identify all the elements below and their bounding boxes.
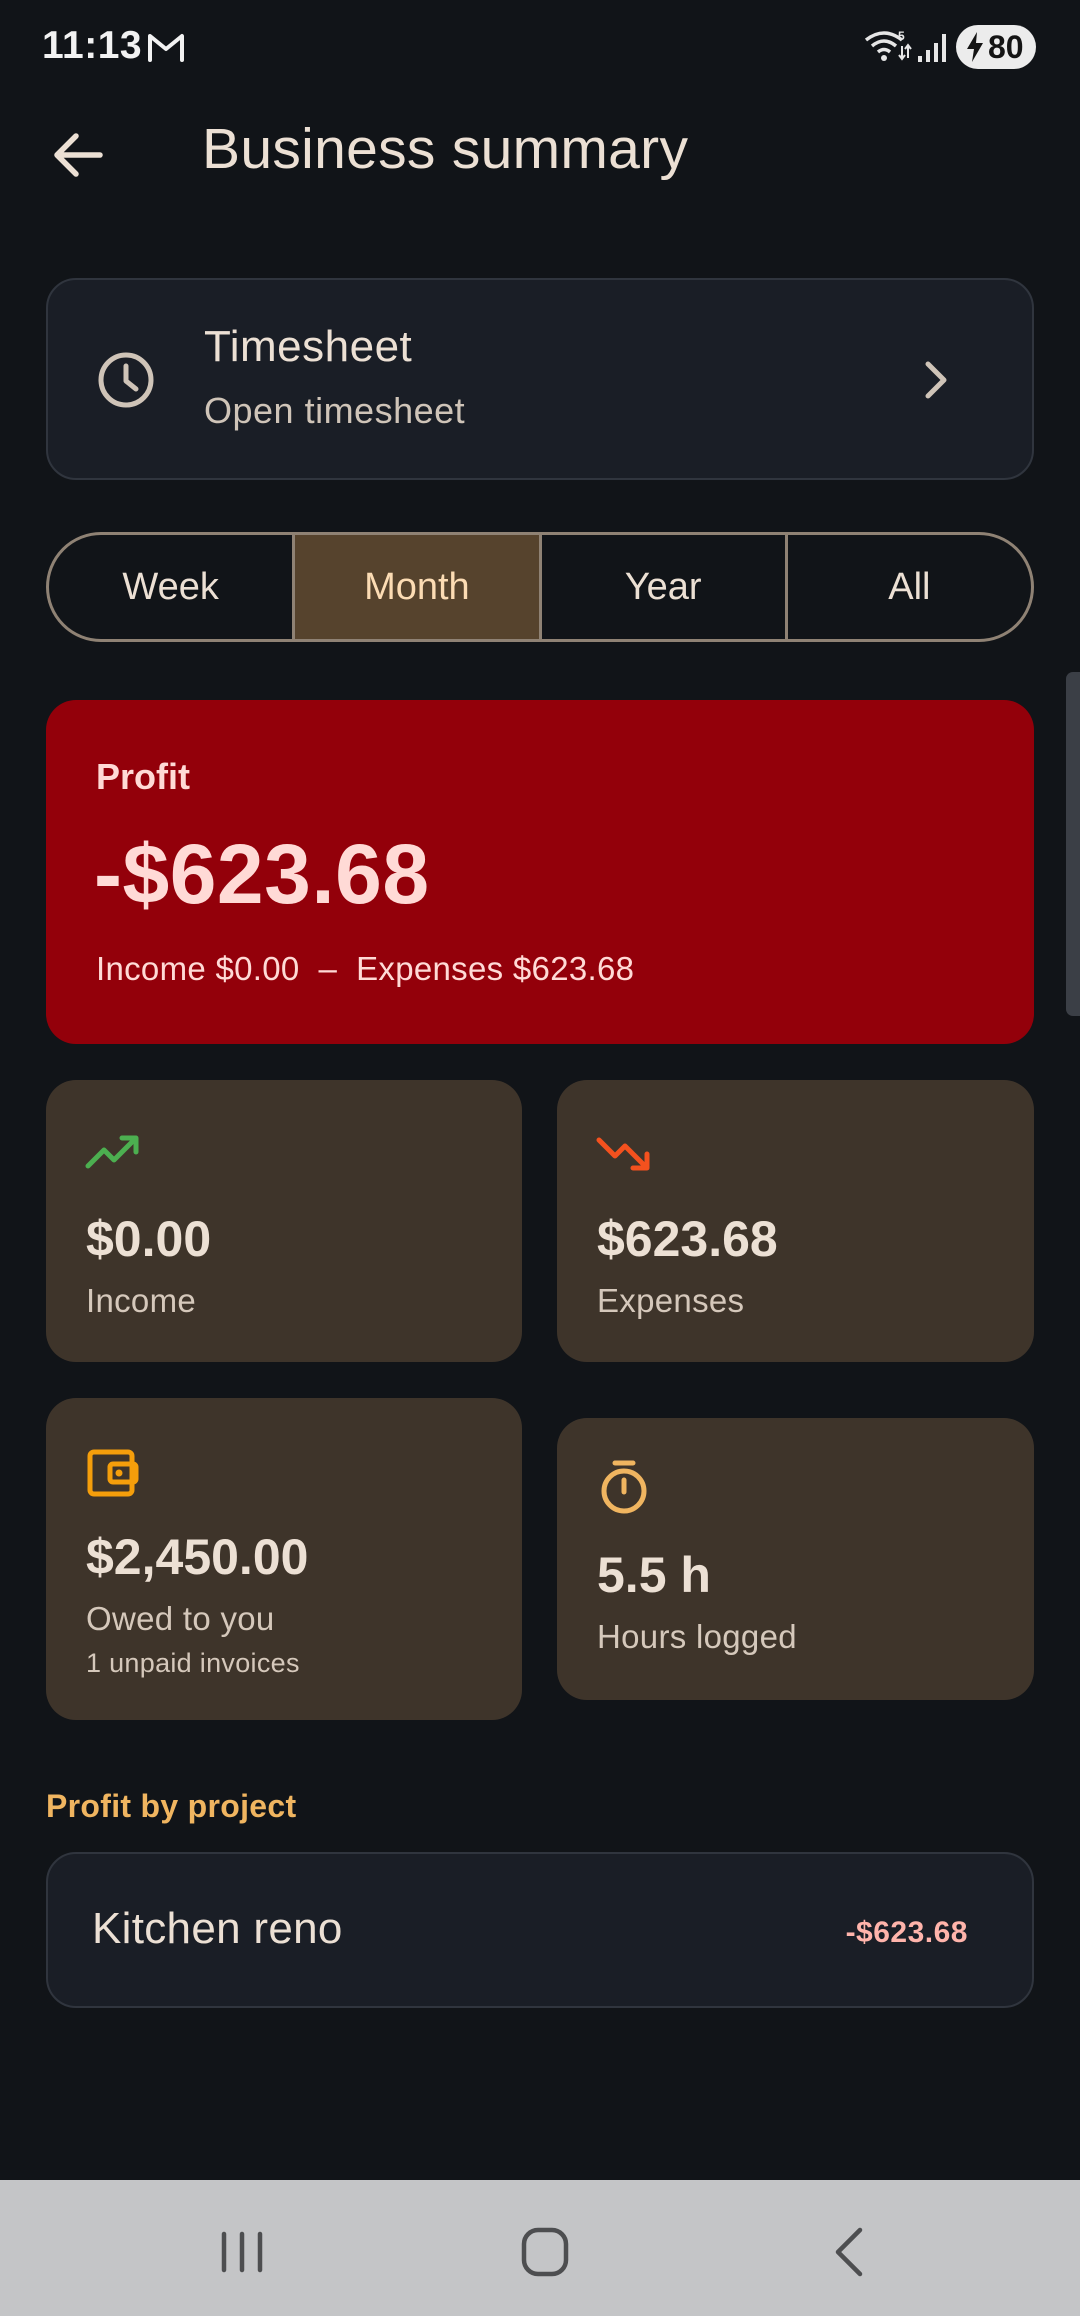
income-card: $0.00 Income xyxy=(46,1080,522,1362)
status-time: 11:13 xyxy=(42,24,143,67)
business-summary-screen: 11:13 5 80 Business summary Timesheet Op… xyxy=(0,0,1080,2316)
wifi-icon: 5 xyxy=(864,29,912,61)
profit-card: Profit -$623.68 Income $0.00 – Expenses … xyxy=(46,700,1034,1044)
unpaid-invoices-count: 1 unpaid invoices xyxy=(86,1648,300,1678)
clock-icon xyxy=(98,352,154,408)
system-nav-bar xyxy=(0,2180,1080,2316)
tab-all[interactable]: All xyxy=(788,535,1031,639)
timesheet-subtitle: Open timesheet xyxy=(204,390,466,431)
timesheet-card[interactable]: Timesheet Open timesheet xyxy=(46,278,1034,480)
bolt-icon xyxy=(967,32,983,62)
gmail-icon xyxy=(148,34,184,62)
trending-up-icon xyxy=(85,1135,139,1169)
expenses-card: $623.68 Expenses xyxy=(557,1080,1034,1362)
expenses-value: $623.68 xyxy=(597,1211,778,1267)
income-value: $0.00 xyxy=(86,1211,212,1267)
period-selector: Week Month Year All xyxy=(46,532,1034,642)
hours-card: 5.5 h Hours logged xyxy=(557,1418,1034,1700)
project-profit: -$623.68 xyxy=(845,1916,968,1949)
project-row[interactable]: Kitchen reno -$623.68 xyxy=(46,1852,1034,2008)
wallet-icon xyxy=(87,1449,139,1497)
trending-down-icon xyxy=(596,1137,650,1171)
project-name: Kitchen reno xyxy=(92,1904,343,1953)
back-button[interactable] xyxy=(44,120,114,190)
profit-value: -$623.68 xyxy=(94,827,430,921)
battery-level: 80 xyxy=(988,29,1024,65)
owed-value: $2,450.00 xyxy=(86,1529,309,1585)
tab-week[interactable]: Week xyxy=(49,535,296,639)
signal-icon xyxy=(918,34,946,62)
page-title: Business summary xyxy=(202,117,689,181)
recent-apps-icon[interactable] xyxy=(218,2230,266,2274)
tab-year[interactable]: Year xyxy=(542,535,788,639)
profit-breakdown: Income $0.00 – Expenses $623.68 xyxy=(96,950,635,987)
hours-value: 5.5 h xyxy=(597,1547,711,1603)
owed-label: Owed to you xyxy=(86,1600,275,1637)
hours-label: Hours logged xyxy=(597,1618,797,1655)
scrollbar[interactable] xyxy=(1066,672,1080,1016)
status-bar: 11:13 5 80 xyxy=(0,0,1080,92)
tab-month[interactable]: Month xyxy=(295,535,542,639)
timer-icon xyxy=(601,1460,647,1514)
svg-text:5: 5 xyxy=(898,29,905,43)
home-icon[interactable] xyxy=(520,2226,570,2278)
nav-back-icon[interactable] xyxy=(832,2226,866,2278)
income-label: Income xyxy=(86,1282,197,1319)
owed-card: $2,450.00 Owed to you 1 unpaid invoices xyxy=(46,1398,522,1720)
timesheet-title: Timesheet xyxy=(204,322,413,371)
expenses-label: Expenses xyxy=(597,1282,745,1319)
profit-label: Profit xyxy=(96,756,190,797)
profit-by-project-heading: Profit by project xyxy=(46,1788,297,1824)
chevron-right-icon xyxy=(925,361,947,399)
battery-icon: 80 xyxy=(956,25,1036,69)
